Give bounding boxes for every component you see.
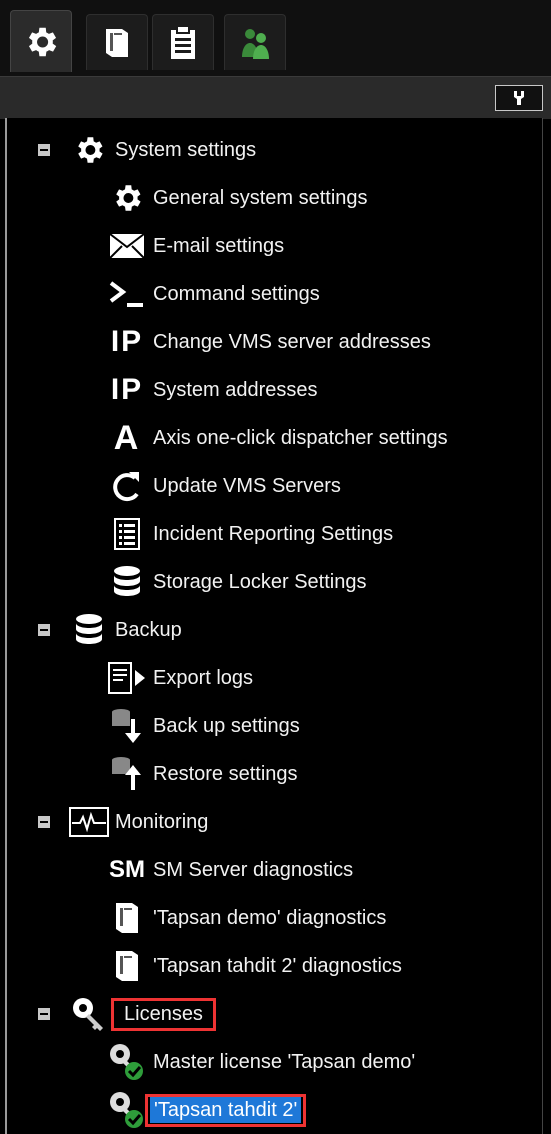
ip-icon: IP	[110, 325, 144, 358]
tree-item-label: 'Tapsan tahdit 2'	[150, 1096, 302, 1123]
tree-item-restore-settings[interactable]: Restore settings	[105, 752, 302, 796]
tree-item-label: Export logs	[153, 666, 254, 689]
backup-down-icon	[105, 704, 149, 748]
list-icon	[105, 512, 149, 556]
tab-reports[interactable]	[152, 14, 214, 70]
tree-item-update-vms-servers[interactable]: Update VMS Servers	[105, 464, 345, 508]
settings-tree: System settings General system settings …	[5, 118, 543, 1134]
tree-item-export-logs[interactable]: Export logs	[105, 656, 257, 700]
tree-item-label: 'Tapsan tahdit 2' diagnostics	[153, 954, 402, 977]
tree-item-incident-reporting-settings[interactable]: Incident Reporting Settings	[105, 512, 397, 556]
server-icon	[105, 944, 149, 988]
license-key-icon	[105, 1088, 149, 1132]
server-icon	[105, 896, 149, 940]
users-icon	[242, 28, 269, 59]
wrench-icon	[514, 91, 524, 105]
tree-node-label: Backup	[115, 618, 182, 641]
tree-item-general-system-settings[interactable]: General system settings	[105, 176, 372, 220]
collapse-toggle-licenses[interactable]	[38, 1008, 50, 1020]
toolbar	[0, 76, 551, 119]
tree-item-master-license[interactable]: Master license 'Tapsan demo'	[105, 1040, 419, 1084]
tools-button[interactable]	[495, 85, 543, 111]
tree-node-label: Licenses	[111, 997, 216, 1031]
license-key-icon	[105, 1040, 149, 1084]
axis-icon: A	[113, 418, 141, 457]
terminal-icon	[105, 272, 149, 316]
gear-icon	[67, 128, 111, 172]
tree-node-label: System settings	[115, 138, 257, 161]
tab-bar	[0, 0, 551, 76]
database-icon	[105, 560, 149, 604]
collapse-toggle-monitoring[interactable]	[38, 816, 50, 828]
tree-item-label: 'Tapsan demo' diagnostics	[153, 906, 387, 929]
clipboard-icon	[171, 24, 195, 59]
refresh-icon	[105, 464, 149, 508]
selection-highlight: 'Tapsan tahdit 2'	[145, 1093, 307, 1127]
tree-item-label: Update VMS Servers	[153, 474, 341, 497]
server-icon	[106, 28, 128, 57]
sm-icon: SM	[109, 856, 145, 883]
tree-item-axis-dispatcher-settings[interactable]: A Axis one-click dispatcher settings	[105, 416, 452, 460]
database-icon	[67, 608, 111, 652]
tab-servers[interactable]	[86, 14, 148, 70]
tree-item-label: Change VMS server addresses	[153, 330, 431, 353]
tree-item-label: Storage Locker Settings	[153, 570, 367, 593]
tree-item-label: SM Server diagnostics	[153, 858, 354, 881]
tree-item-label: Restore settings	[153, 762, 298, 785]
restore-up-icon	[105, 752, 149, 796]
gear-icon	[28, 27, 57, 56]
tree-item-change-vms-server-addresses[interactable]: IP Change VMS server addresses	[105, 320, 435, 364]
tree-item-tapsan-tahdit-2-diagnostics[interactable]: 'Tapsan tahdit 2' diagnostics	[105, 944, 406, 988]
tree-item-label: Incident Reporting Settings	[153, 522, 394, 545]
tree-item-command-settings[interactable]: Command settings	[105, 272, 324, 316]
tree-item-system-addresses[interactable]: IP System addresses	[105, 368, 322, 412]
tree-item-label: General system settings	[153, 186, 368, 209]
tree-item-sm-server-diagnostics[interactable]: SM SM Server diagnostics	[105, 848, 357, 892]
tree-item-label: Master license 'Tapsan demo'	[153, 1050, 416, 1073]
tree-node-licenses[interactable]: Licenses	[67, 992, 216, 1036]
tree-item-email-settings[interactable]: E-mail settings	[105, 224, 288, 268]
tree-item-label: Back up settings	[153, 714, 300, 737]
tree-node-monitoring[interactable]: Monitoring	[67, 800, 212, 844]
ip-icon: IP	[110, 373, 144, 406]
tree-item-label: E-mail settings	[153, 234, 285, 257]
tree-node-backup[interactable]: Backup	[67, 608, 186, 652]
tree-item-label: Command settings	[153, 282, 320, 305]
export-logs-icon	[105, 656, 149, 700]
tree-item-label: System addresses	[153, 378, 318, 401]
tree-item-label: Axis one-click dispatcher settings	[153, 426, 448, 449]
envelope-icon	[105, 224, 149, 268]
tab-settings[interactable]	[10, 10, 72, 72]
collapse-toggle-system[interactable]	[38, 144, 50, 156]
tree-item-tapsan-demo-diagnostics[interactable]: 'Tapsan demo' diagnostics	[105, 896, 390, 940]
tree-node-system-settings[interactable]: System settings	[67, 128, 260, 172]
gear-icon	[105, 176, 149, 220]
tab-users[interactable]	[224, 14, 286, 70]
key-icon	[67, 992, 111, 1036]
collapse-toggle-backup[interactable]	[38, 624, 50, 636]
heartbeat-monitor-icon	[67, 800, 111, 844]
tree-item-tapsan-tahdit-2-license[interactable]: 'Tapsan tahdit 2'	[105, 1088, 307, 1132]
tree-item-storage-locker-settings[interactable]: Storage Locker Settings	[105, 560, 370, 604]
tree-item-back-up-settings[interactable]: Back up settings	[105, 704, 304, 748]
tree-node-label: Monitoring	[115, 810, 209, 833]
